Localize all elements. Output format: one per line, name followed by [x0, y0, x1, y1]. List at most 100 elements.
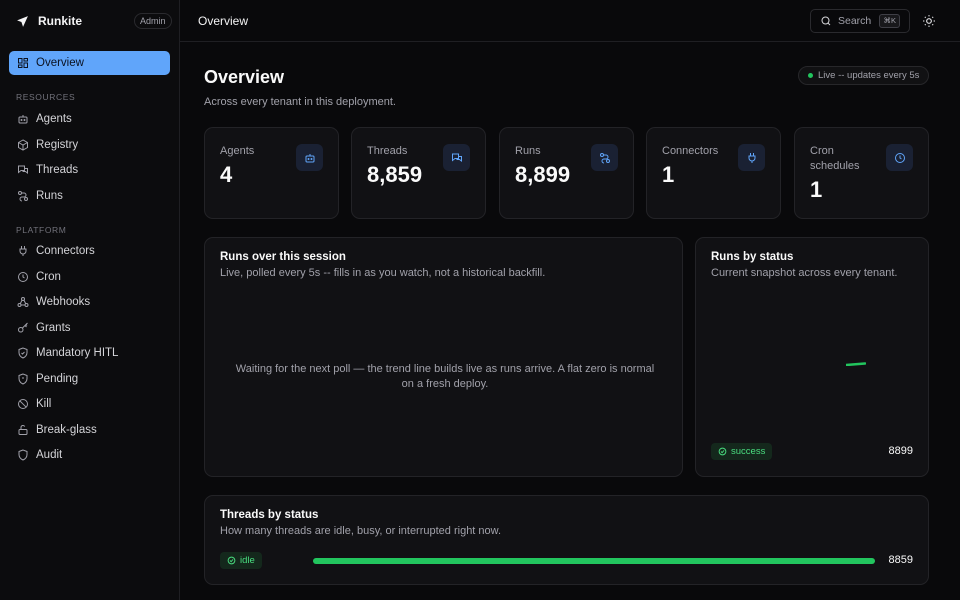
sidebar-item-grants[interactable]: Grants: [9, 316, 170, 340]
status-badge-success: success: [711, 443, 773, 460]
section-label-platform: PLATFORM: [16, 225, 67, 235]
chat-icon: [443, 144, 470, 171]
idle-progress-bar: [313, 558, 875, 564]
sidebar-item-label: Connectors: [36, 245, 95, 257]
plug-icon: [738, 144, 765, 171]
status-count: 8859: [888, 554, 913, 566]
sidebar-item-audit[interactable]: Audit: [9, 443, 170, 467]
live-dot-icon: [808, 73, 813, 78]
brand[interactable]: Runkite: [16, 13, 82, 29]
stat-label: Runs: [515, 145, 541, 157]
stat-card-cron-schedules[interactable]: Cron schedules 1: [794, 127, 929, 219]
page-subtitle: Across every tenant in this deployment.: [204, 96, 396, 108]
sidebar-item-label: Cron: [36, 271, 61, 283]
card-subtitle: Live, polled every 5s -- fills in as you…: [220, 267, 546, 279]
sidebar-item-label: Pending: [36, 373, 79, 385]
webhook-icon: [17, 297, 29, 307]
stat-card-agents[interactable]: Agents 4: [204, 127, 339, 219]
sidebar-item-label: Agents: [36, 113, 72, 125]
route-icon: [18, 191, 28, 202]
sidebar-item-runs[interactable]: Runs: [9, 184, 170, 208]
page-title: Overview: [204, 67, 285, 87]
sidebar-item-label: Registry: [36, 139, 79, 151]
card-subtitle: Current snapshot across every tenant.: [711, 267, 898, 279]
empty-state-message: Waiting for the next poll — the trend li…: [235, 363, 655, 390]
live-status-badge: Live -- updates every 5s: [798, 66, 929, 85]
sidebar-item-kill[interactable]: Kill: [9, 392, 170, 416]
sidebar-item-label: Threads: [36, 164, 79, 176]
status-count: 8899: [888, 445, 913, 457]
sidebar-item-webhooks[interactable]: Webhooks: [9, 290, 170, 314]
key-icon: [18, 322, 28, 333]
stat-value: 1: [810, 177, 823, 202]
sidebar-item-threads[interactable]: Threads: [9, 158, 170, 182]
sidebar-item-label: Grants: [36, 322, 71, 334]
clock-icon: [886, 144, 913, 171]
stat-label: Agents: [220, 145, 255, 157]
sidebar-item-overview[interactable]: Overview: [9, 51, 170, 75]
search-button[interactable]: Search ⌘K: [810, 9, 910, 33]
sun-icon[interactable]: [922, 14, 936, 28]
stat-value: 8,859: [367, 162, 423, 187]
search-icon: [821, 16, 831, 26]
scrollbar[interactable]: [954, 42, 960, 600]
route-icon: [591, 144, 618, 171]
sidebar-item-label: Break-glass: [36, 424, 97, 436]
topbar: Overview Search ⌘K: [180, 0, 960, 42]
live-status-text: Live -- updates every 5s: [818, 70, 920, 81]
stat-label: Cron schedules: [810, 145, 860, 172]
sidebar-item-break-glass[interactable]: Break-glass: [9, 418, 170, 442]
plug-icon: [19, 246, 27, 256]
clock-icon: [18, 272, 28, 282]
status-label: idle: [240, 555, 255, 566]
bot-icon: [18, 115, 28, 124]
send-logo-icon: [17, 15, 28, 27]
threads-status-card: Threads by status How many threads are i…: [204, 495, 929, 585]
runs-session-card: Runs over this session Live, polled ever…: [204, 237, 683, 477]
sidebar-item-registry[interactable]: Registry: [9, 133, 170, 157]
bot-icon: [296, 144, 323, 171]
card-title: Threads by status: [220, 509, 319, 521]
stat-label: Connectors: [662, 145, 719, 157]
shield-alert-icon: [18, 373, 28, 385]
card-subtitle: How many threads are idle, busy, or inte…: [220, 525, 502, 537]
ban-icon: [18, 399, 28, 409]
stat-card-threads[interactable]: Threads 8,859: [351, 127, 486, 219]
stat-value: 1: [662, 162, 675, 187]
topbar-title: Overview: [198, 14, 249, 28]
status-badge-idle: idle: [220, 552, 262, 569]
chat-icon: [18, 165, 28, 174]
section-label-resources: RESOURCES: [16, 92, 76, 102]
sidebar-item-label: Kill: [36, 398, 52, 410]
stat-value: 8,899: [515, 162, 571, 187]
sidebar-item-agents[interactable]: Agents: [9, 107, 170, 131]
package-icon: [18, 139, 28, 151]
sidebar-item-cron[interactable]: Cron: [9, 265, 170, 289]
shield-icon: [18, 449, 28, 461]
stat-value: 4: [220, 162, 233, 187]
check-circle-icon: [718, 447, 727, 456]
search-shortcut: ⌘K: [879, 14, 900, 28]
search-label: Search: [838, 15, 872, 27]
sidebar-item-label: Runs: [36, 190, 63, 202]
admin-badge: Admin: [134, 13, 172, 29]
sidebar-item-label: Overview: [36, 57, 84, 69]
runs-status-sparkline: [846, 362, 866, 366]
sidebar-item-connectors[interactable]: Connectors: [9, 239, 170, 263]
sidebar: Runkite Admin Overview RESOURCES Agents …: [0, 0, 180, 600]
idle-progress-fill: [313, 558, 875, 564]
stat-label: Threads: [367, 145, 408, 157]
card-title: Runs by status: [711, 251, 794, 263]
check-circle-icon: [227, 556, 236, 565]
status-label: success: [731, 446, 766, 457]
dashboard-icon: [18, 58, 28, 68]
sidebar-item-label: Audit: [36, 449, 63, 461]
sidebar-item-mandatory-hitl[interactable]: Mandatory HITL: [9, 341, 170, 365]
brand-name: Runkite: [38, 14, 83, 28]
stat-card-connectors[interactable]: Connectors 1: [646, 127, 781, 219]
stat-card-runs[interactable]: Runs 8,899: [499, 127, 634, 219]
shield-check-icon: [18, 347, 28, 359]
sidebar-item-pending[interactable]: Pending: [9, 367, 170, 391]
card-title: Runs over this session: [220, 251, 346, 263]
sidebar-item-label: Webhooks: [36, 296, 91, 308]
